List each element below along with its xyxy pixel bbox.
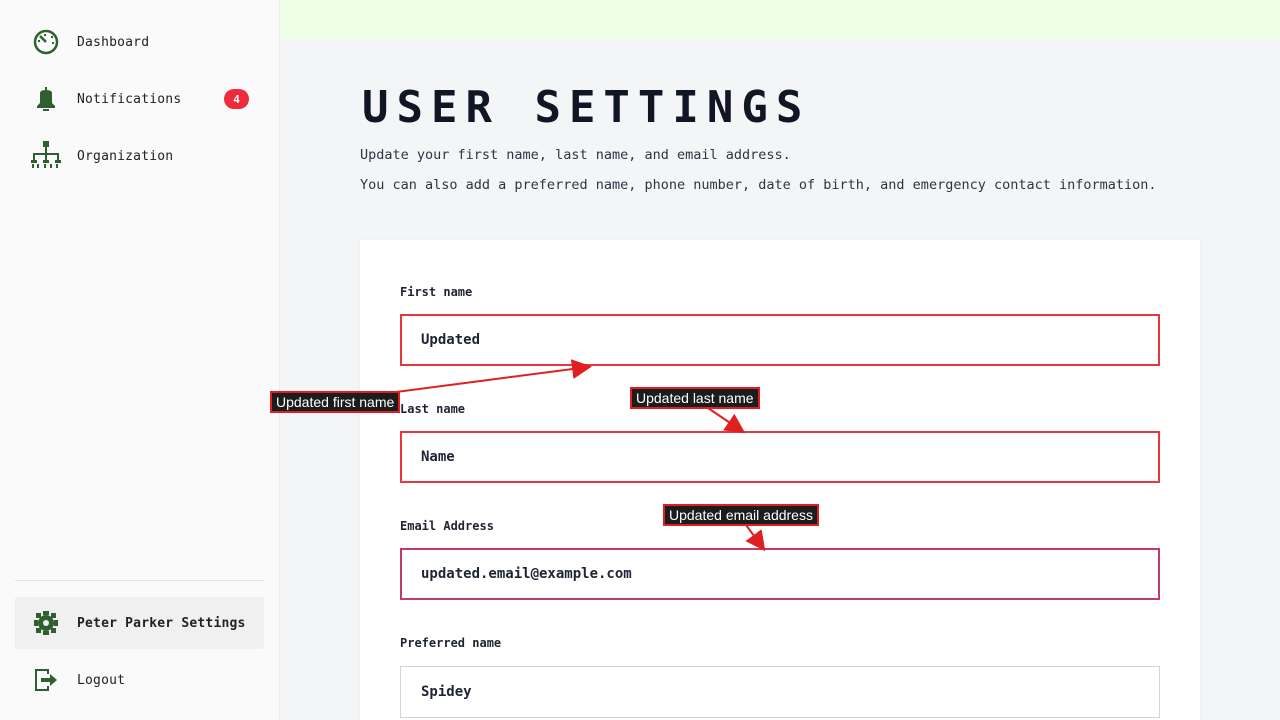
- first-name-label: First name: [400, 285, 473, 299]
- sidebar-item-organization[interactable]: Organization: [15, 130, 264, 182]
- org-chart-icon: [30, 140, 62, 172]
- bell-icon: [30, 83, 62, 115]
- notification-count-badge: 4: [224, 89, 249, 109]
- last-name-input[interactable]: [400, 431, 1160, 483]
- sidebar-item-label: Dashboard: [77, 34, 150, 50]
- sidebar-item-notifications[interactable]: Notifications 4: [15, 73, 264, 125]
- sidebar-item-settings[interactable]: Peter Parker Settings: [15, 597, 264, 649]
- sidebar-item-label: Peter Parker Settings: [77, 615, 246, 631]
- sidebar: Dashboard Notifications 4 Organization P…: [0, 0, 280, 720]
- settings-form-card: First name Last name Email Address Prefe…: [360, 240, 1200, 720]
- page-subtitle: Update your first name, last name, and e…: [360, 147, 791, 163]
- page-subtitle-secondary: You can also add a preferred name, phone…: [360, 177, 1157, 193]
- email-input[interactable]: [400, 548, 1160, 600]
- sidebar-divider: [15, 580, 264, 581]
- logout-icon: [30, 664, 62, 696]
- first-name-input[interactable]: [400, 314, 1160, 366]
- sidebar-item-logout[interactable]: Logout: [15, 654, 264, 706]
- preferred-name-label: Preferred name: [400, 636, 502, 650]
- sidebar-item-label: Organization: [77, 148, 174, 164]
- sidebar-item-dashboard[interactable]: Dashboard: [15, 16, 264, 68]
- preferred-name-input[interactable]: [400, 666, 1160, 718]
- gear-icon: [30, 607, 62, 639]
- top-banner: [280, 0, 1280, 40]
- email-label: Email Address: [400, 519, 494, 533]
- page-title: USER SETTINGS: [362, 82, 811, 133]
- main-content: USER SETTINGS Update your first name, la…: [280, 0, 1280, 720]
- last-name-label: Last name: [400, 402, 466, 416]
- sidebar-item-label: Logout: [77, 672, 126, 688]
- dashboard-icon: [30, 26, 62, 58]
- sidebar-item-label: Notifications: [77, 91, 182, 107]
